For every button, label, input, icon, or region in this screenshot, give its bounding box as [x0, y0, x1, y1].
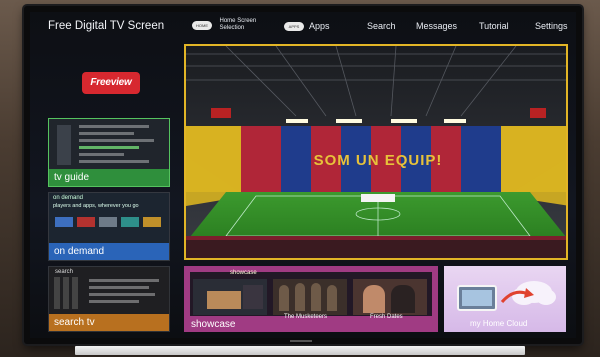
home-selection-line1: Home Screen	[219, 18, 257, 24]
settings-menu-item[interactable]: Settings	[535, 21, 568, 31]
on-demand-thumbnail: on demand players and apps, wherever you…	[49, 193, 169, 243]
showcase-item-2[interactable]	[273, 279, 347, 315]
search-tv-header: search	[55, 269, 74, 275]
remote-button-icon: HOME	[192, 20, 212, 30]
tv-frame: Free Digital TV Screen HOME Home Screen …	[24, 6, 582, 344]
tv-guide-label: tv guide	[49, 169, 169, 186]
home-selection-line2: Selection	[219, 25, 245, 31]
showcase-item-3[interactable]	[353, 279, 427, 315]
messages-menu-item[interactable]: Messages	[416, 21, 457, 31]
live-tv-preview[interactable]: SOM UN EQUIP!	[184, 44, 568, 260]
showcase-item-2-caption: The Musketeers	[284, 314, 328, 320]
remote-button-icon: APPS	[284, 22, 304, 32]
showcase-header: showcase	[230, 270, 257, 276]
showcase-item-3-caption: Fresh Dates	[370, 314, 403, 320]
on-demand-header: on demand	[53, 195, 84, 201]
search-menu-item[interactable]: Search	[367, 21, 396, 31]
search-tv-label: search tv	[49, 314, 169, 331]
tv-brand-mark	[290, 340, 312, 342]
stadium-image: SOM UN EQUIP!	[186, 46, 566, 258]
top-menu-bar: Free Digital TV Screen HOME Home Screen …	[30, 12, 576, 38]
search-tv-tile[interactable]: search search tv	[48, 266, 170, 332]
screen-title: Free Digital TV Screen	[48, 20, 165, 32]
home-cloud-label: my Home Cloud	[470, 319, 528, 328]
tv-guide-thumbnail	[49, 119, 169, 169]
on-demand-tile[interactable]: on demand players and apps, wherever you…	[48, 192, 170, 261]
on-demand-subheader: players and apps, wherever you go	[53, 203, 139, 209]
search-tv-thumbnail: search	[49, 267, 169, 314]
tv-stand	[75, 346, 525, 355]
tutorial-menu-item[interactable]: Tutorial	[479, 21, 509, 31]
on-demand-label: on demand	[49, 243, 169, 260]
tv-screen: Free Digital TV Screen HOME Home Screen …	[30, 12, 576, 338]
home-cloud-icon	[457, 281, 556, 311]
tv-guide-tile[interactable]: tv guide	[48, 118, 170, 187]
apps-label: Apps	[309, 21, 330, 31]
stadium-banner: SOM UN EQUIP!	[314, 152, 443, 169]
home-screen-selection-button[interactable]: HOME Home Screen Selection	[192, 18, 256, 32]
freeview-logo: Freeview	[82, 72, 140, 94]
showcase-label: showcase	[191, 319, 236, 330]
apps-button[interactable]: APPS Apps	[284, 21, 330, 32]
showcase-item-1[interactable]	[193, 279, 267, 315]
